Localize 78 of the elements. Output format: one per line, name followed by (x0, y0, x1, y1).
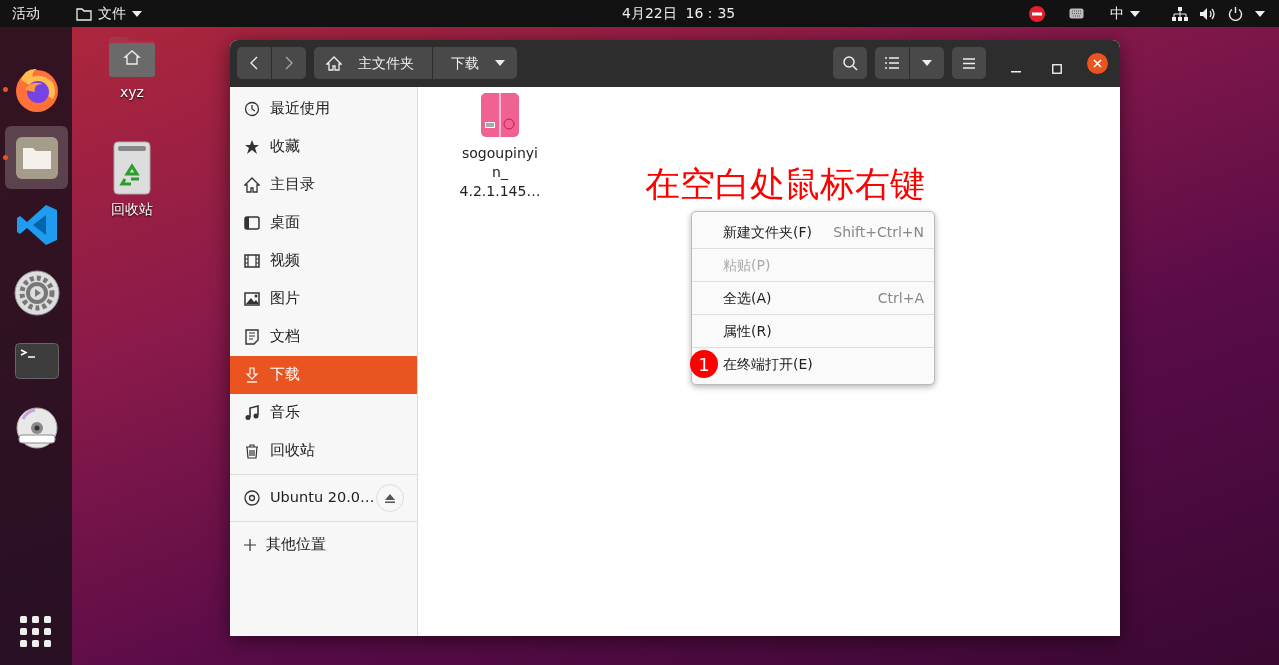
view-list-button[interactable] (875, 47, 909, 79)
caret-icon (132, 10, 142, 17)
terminal-icon (14, 342, 59, 379)
menu-button[interactable] (952, 47, 986, 79)
clock-icon (244, 101, 260, 117)
list-icon (885, 57, 899, 69)
step-badge: 1 (690, 350, 718, 378)
disc-icon (14, 406, 59, 451)
menu-icon (963, 57, 975, 69)
clock[interactable]: 4月22日 16：35 (622, 0, 736, 27)
keyboard-icon[interactable] (1069, 8, 1084, 19)
gear-icon (13, 269, 60, 316)
file-name[interactable]: sogoupinyi n_ 4.2.1.145… (459, 144, 541, 201)
menu-item[interactable]: 属性(R) (723, 315, 934, 347)
disc-icon (244, 490, 260, 506)
view-options-button[interactable] (910, 47, 944, 79)
sidebar-item[interactable]: 回收站 (230, 432, 417, 470)
maximize-icon[interactable] (1052, 64, 1062, 74)
forward-icon (285, 56, 293, 70)
plus-icon (244, 539, 256, 551)
app-menu[interactable]: 文件 (76, 0, 142, 27)
caret-icon (495, 60, 505, 66)
sidebar-item[interactable]: 图片 (230, 280, 417, 318)
home-folder-icon (108, 36, 156, 78)
film-icon (244, 253, 260, 269)
sidebar-item[interactable]: 下载 (230, 356, 417, 394)
package-icon (480, 92, 520, 138)
app-grid-icon[interactable] (20, 616, 52, 648)
eject-button[interactable] (376, 484, 404, 512)
download-icon (244, 367, 260, 383)
menu-item[interactable]: 新建文件夹(F) Shift+Ctrl+N (723, 216, 934, 248)
desktop-icon-label[interactable]: 回收站 (111, 199, 153, 220)
caret-icon (922, 60, 932, 66)
menu-item[interactable]: 在终端打开(E) (723, 348, 934, 380)
do-not-disturb-icon[interactable] (1029, 5, 1045, 22)
back-button[interactable] (237, 47, 271, 79)
caret-icon (1130, 10, 1140, 17)
trash-icon (113, 141, 151, 195)
sidebar-item[interactable]: 音乐 (230, 394, 417, 432)
home-icon (244, 177, 260, 193)
path-button[interactable]: 主文件夹 (314, 47, 432, 79)
dock-launcher[interactable] (5, 126, 68, 189)
trash-icon (244, 443, 260, 459)
caret-icon[interactable] (1255, 10, 1265, 17)
code-editor-icon (14, 202, 59, 247)
back-icon (250, 56, 258, 70)
menu-item[interactable]: 全选(A) Ctrl+A (723, 282, 934, 314)
shortcut-text: Ctrl+A (877, 288, 924, 308)
search-icon (842, 55, 858, 71)
desktop-icon (244, 215, 260, 231)
sidebar-item[interactable]: 文档 (230, 318, 417, 356)
sidebar-item[interactable]: Ubuntu 20.0… (270, 487, 375, 509)
image-icon (244, 291, 260, 307)
folder-icon (13, 134, 60, 181)
power-icon[interactable] (1228, 6, 1243, 21)
sidebar-item[interactable]: 其他位置 (230, 526, 417, 564)
document-icon (244, 329, 260, 345)
sidebar-item[interactable]: 主目录 (230, 166, 417, 204)
sidebar-item[interactable]: 收藏 (230, 128, 417, 166)
shortcut-text: Shift+Ctrl+N (833, 222, 924, 242)
eject-icon (385, 493, 395, 503)
folder-icon (76, 6, 92, 21)
activities-button[interactable]: 活动 (12, 0, 40, 27)
network-icon[interactable] (1172, 6, 1188, 21)
input-method-menu[interactable]: 中 (1110, 0, 1140, 27)
sidebar-item[interactable]: 视频 (230, 242, 417, 280)
music-note-icon (244, 405, 260, 421)
sidebar-item[interactable]: 桌面 (230, 204, 417, 242)
minimize-icon[interactable] (1011, 69, 1021, 73)
close-icon[interactable] (1087, 52, 1108, 74)
sidebar-item[interactable]: 最近使用 (230, 90, 417, 128)
annotation-text: 在空白处鼠标右键 (645, 163, 925, 206)
search-button[interactable] (833, 47, 867, 79)
star-icon (244, 139, 260, 155)
path-button[interactable]: 下载 (433, 47, 517, 79)
volume-icon[interactable] (1200, 6, 1216, 21)
desktop-icon-label[interactable]: xyz (120, 82, 144, 103)
home-icon (326, 55, 342, 71)
